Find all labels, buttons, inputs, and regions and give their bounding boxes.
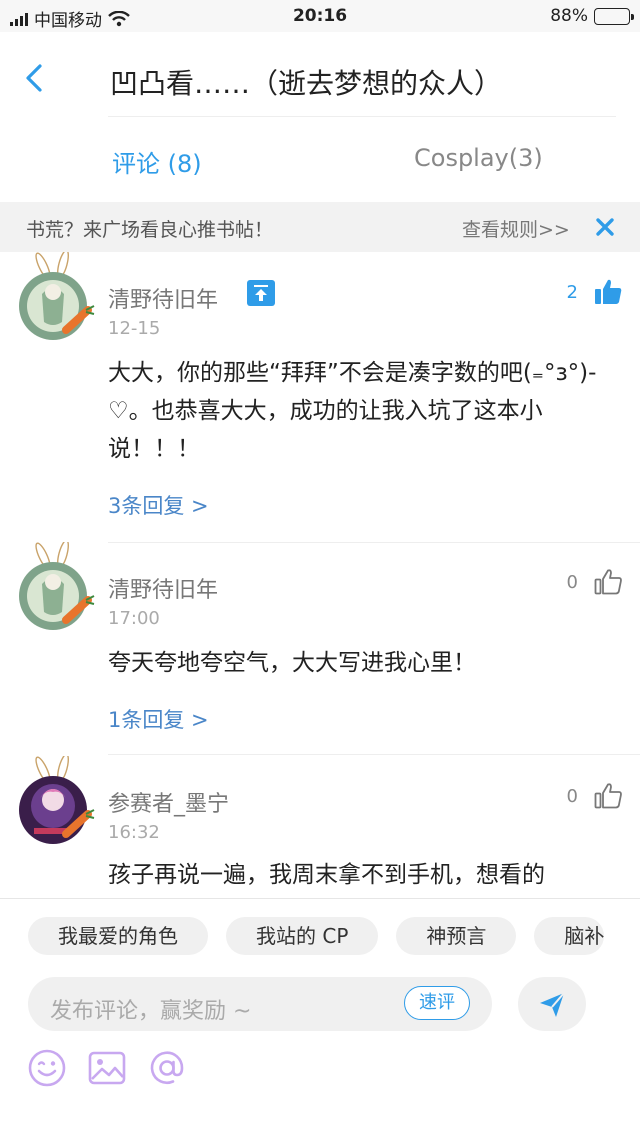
emoji-icon[interactable]: [26, 1047, 68, 1089]
comment-date: 12-15: [108, 318, 161, 339]
avatar[interactable]: [18, 756, 98, 856]
comment-input[interactable]: 发布评论，赢奖励 ~ 速评: [28, 977, 492, 1031]
battery-percent: 88%: [550, 6, 588, 26]
like-count: 2: [566, 282, 578, 303]
nav-divider: [108, 116, 616, 117]
close-icon[interactable]: [594, 216, 616, 238]
divider: [108, 754, 640, 755]
notice-bar: 书荒？来广场看良心推书帖！ 查看规则>>: [0, 202, 640, 252]
comment-text: 孩子再说一遍，我周末拿不到手机，想看的: [108, 862, 545, 888]
rules-link[interactable]: 查看规则>>: [462, 215, 570, 242]
thumbs-up-icon[interactable]: [594, 568, 622, 596]
comment-input-placeholder: 发布评论，赢奖励 ~: [50, 999, 252, 1024]
topic-chip[interactable]: 神预言: [396, 917, 517, 955]
replies-link[interactable]: 1条回复 >: [108, 704, 209, 734]
thumbs-up-icon[interactable]: [594, 782, 622, 810]
page-title: 凹凸看……（逝去梦想的众人）: [110, 67, 503, 100]
avatar[interactable]: [18, 539, 98, 642]
status-time: 20:16: [292, 6, 348, 26]
tab-bar: 评论 (8) Cosplay(3): [0, 118, 640, 202]
topic-chip[interactable]: 脑补: [534, 917, 605, 955]
tab-comments[interactable]: 评论 (8): [112, 144, 202, 179]
comment-username[interactable]: 清野待旧年: [108, 572, 218, 604]
like-count: 0: [566, 572, 578, 593]
topic-chip[interactable]: 我最爱的角色: [28, 917, 208, 955]
comment-item: 清野待旧年 17:00 0 夸天夸地夸空气，大大写进我心里！ 1条回复 >: [0, 539, 640, 756]
comment-date: 17:00: [108, 608, 160, 629]
send-button[interactable]: [518, 977, 586, 1031]
comment-text: 夸天夸地夸空气，大大写进我心里！: [108, 650, 476, 676]
comment-text: 大大，你的那些“拜拜”不会是凑字数的吧(₌°з°)-♡。也恭喜大大，成功的让我入…: [108, 360, 597, 462]
comment-item: 清野待旧年 12-15 2 大大，你的那些“拜拜”不会是凑字数的吧(₌°з°)-…: [0, 249, 640, 544]
quick-comment-button[interactable]: 速评: [404, 986, 470, 1020]
comment-username[interactable]: 参赛者_墨宁: [108, 786, 229, 818]
mention-icon[interactable]: [146, 1047, 188, 1089]
tab-cosplay[interactable]: Cosplay(3): [414, 144, 543, 172]
comment-composer: 我最爱的角色 我站的 CP 神预言 脑补 发布评论，赢奖励 ~ 速评: [0, 898, 640, 1138]
comment-item: 参赛者_墨宁 16:32 0 孩子再说一遍，我周末拿不到手机，想看的: [0, 756, 640, 898]
replies-link[interactable]: 3条回复 >: [108, 490, 209, 520]
like-count: 0: [566, 786, 578, 807]
thumbs-up-filled-icon[interactable]: [594, 278, 622, 306]
top-badge-icon: [247, 280, 275, 306]
composer-tools: [26, 1047, 188, 1089]
nav-bar: 凹凸看……（逝去梦想的众人）: [0, 32, 640, 118]
comment-date: 16:32: [108, 822, 160, 843]
topic-chips: 我最爱的角色 我站的 CP 神预言 脑补: [28, 917, 605, 955]
status-bar: 中国移动 20:16 88%: [0, 0, 640, 32]
back-icon[interactable]: [18, 60, 54, 96]
image-icon[interactable]: [86, 1047, 128, 1089]
avatar[interactable]: [18, 249, 98, 352]
notice-text: 书荒？来广场看良心推书帖！: [26, 219, 274, 241]
battery-icon: [594, 7, 634, 25]
comment-username[interactable]: 清野待旧年: [108, 282, 218, 314]
send-icon: [540, 992, 565, 1017]
topic-chip[interactable]: 我站的 CP: [226, 917, 379, 955]
